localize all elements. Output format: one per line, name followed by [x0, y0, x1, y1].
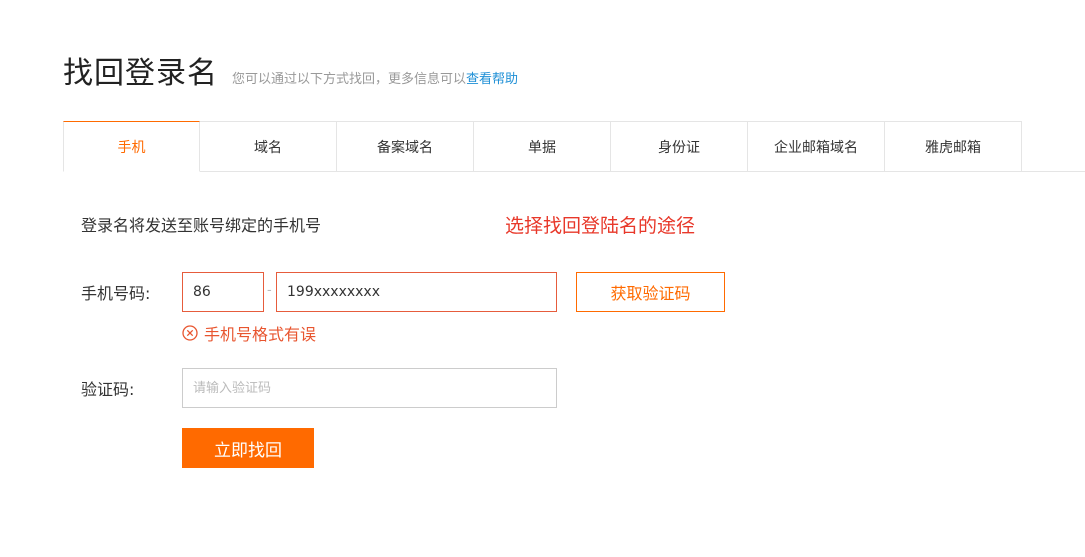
tab-phone[interactable]: 手机: [63, 121, 200, 172]
tab-receipt[interactable]: 单据: [474, 121, 611, 172]
tab-domain[interactable]: 域名: [200, 121, 337, 172]
get-verification-code-button[interactable]: 获取验证码: [576, 272, 725, 312]
page: 找回登录名 您可以通过以下方式找回，更多信息可以 查看帮助 手机 域名 备案域名…: [0, 0, 1085, 557]
verification-code-input[interactable]: [182, 368, 557, 408]
page-subtitle: 您可以通过以下方式找回，更多信息可以: [232, 72, 467, 87]
phone-separator: -: [267, 283, 272, 298]
error-circle-icon: [182, 325, 198, 341]
tab-id-card[interactable]: 身份证: [611, 121, 748, 172]
phone-label: 手机号码:: [81, 284, 151, 303]
annotation-text: 选择找回登陆名的途径: [505, 215, 696, 237]
phone-number-input[interactable]: [276, 272, 557, 312]
tab-yahoo-email[interactable]: 雅虎邮箱: [885, 121, 1022, 172]
recover-now-button[interactable]: 立即找回: [182, 428, 314, 468]
tab-enterprise-email-domain[interactable]: 企业邮箱域名: [748, 121, 885, 172]
recovery-method-tabs: 手机 域名 备案域名 单据 身份证 企业邮箱域名 雅虎邮箱: [63, 121, 1085, 172]
phone-error-message: 手机号格式有误: [204, 325, 317, 344]
verification-code-label: 验证码:: [81, 380, 135, 399]
title-row: 找回登录名 您可以通过以下方式找回，更多信息可以 查看帮助: [63, 48, 518, 92]
page-title: 找回登录名: [63, 56, 218, 91]
phone-error: 手机号格式有误: [182, 321, 316, 345]
help-link[interactable]: 查看帮助: [466, 68, 518, 87]
form-hint: 登录名将发送至账号绑定的手机号: [81, 216, 322, 235]
country-code-input[interactable]: [182, 272, 264, 312]
tab-icp-domain[interactable]: 备案域名: [337, 121, 474, 172]
